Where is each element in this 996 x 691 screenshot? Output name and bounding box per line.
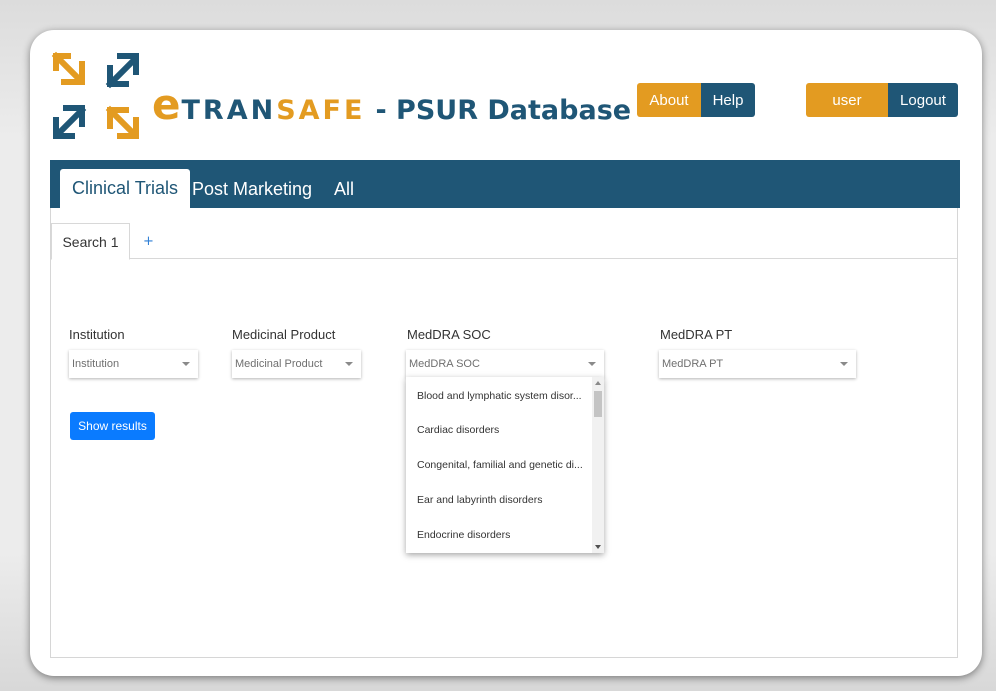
scroll-down-icon[interactable] — [595, 545, 601, 549]
meddra-pt-select[interactable]: MedDRA PT — [659, 350, 856, 378]
app-card: e TRAN SAFE - PSUR Database About Help u… — [30, 30, 982, 676]
main-nav: Clinical Trials Post Marketing All — [50, 160, 960, 208]
soc-option-congenital[interactable]: Congenital, familial and genetic di... — [417, 459, 583, 471]
institution-select[interactable]: Institution — [69, 350, 198, 378]
app-title: e TRAN SAFE - PSUR Database — [152, 80, 632, 129]
soc-option-endocrine[interactable]: Endocrine disorders — [417, 529, 510, 541]
chevron-down-icon — [182, 362, 190, 366]
meddra-soc-label: MedDRA SOC — [407, 327, 491, 342]
medicinal-product-label: Medicinal Product — [232, 327, 336, 342]
soc-option-ear[interactable]: Ear and labyrinth disorders — [417, 494, 542, 506]
add-search-tab-button[interactable]: + — [143, 234, 154, 249]
brand-title: - PSUR Database — [375, 95, 632, 126]
meddra-soc-select-value: MedDRA SOC — [409, 358, 480, 370]
logout-button[interactable]: Logout — [888, 83, 958, 117]
brand-tran: TRAN — [181, 95, 277, 126]
meddra-soc-dropdown: Blood and lymphatic system disor... Card… — [406, 377, 604, 553]
search-tab-1[interactable]: Search 1 — [51, 223, 130, 260]
search-tabs: Search 1 + — [51, 208, 957, 260]
dropdown-scrollbar[interactable] — [592, 377, 604, 553]
scroll-up-icon[interactable] — [595, 381, 601, 385]
tab-all[interactable]: All — [324, 160, 364, 208]
chevron-down-icon — [840, 362, 848, 366]
soc-option-blood[interactable]: Blood and lymphatic system disor... — [417, 390, 582, 402]
meddra-soc-select[interactable]: MedDRA SOC — [406, 350, 604, 378]
etransafe-logo-icon — [51, 51, 139, 139]
tab-clinical-trials[interactable]: Clinical Trials — [60, 169, 191, 208]
user-button[interactable]: user — [806, 83, 888, 117]
show-results-button[interactable]: Show results — [70, 412, 155, 440]
soc-option-cardiac[interactable]: Cardiac disorders — [417, 424, 499, 436]
brand-safe: SAFE — [276, 95, 366, 126]
meddra-pt-select-value: MedDRA PT — [662, 358, 724, 370]
main-panel: Clinical Trials Post Marketing All Searc… — [50, 160, 960, 658]
chevron-down-icon — [588, 362, 596, 366]
institution-select-value: Institution — [72, 358, 120, 370]
medicinal-product-select-value: Medicinal Product — [235, 358, 323, 370]
meddra-pt-label: MedDRA PT — [660, 327, 733, 342]
tab-post-marketing[interactable]: Post Marketing — [182, 160, 322, 208]
chevron-down-icon — [345, 362, 353, 366]
medicinal-product-select[interactable]: Medicinal Product — [232, 350, 361, 378]
brand-e: e — [152, 80, 182, 129]
scrollbar-thumb[interactable] — [594, 391, 602, 417]
help-button[interactable]: Help — [701, 83, 755, 117]
institution-label: Institution — [69, 327, 125, 342]
about-button[interactable]: About — [637, 83, 701, 117]
